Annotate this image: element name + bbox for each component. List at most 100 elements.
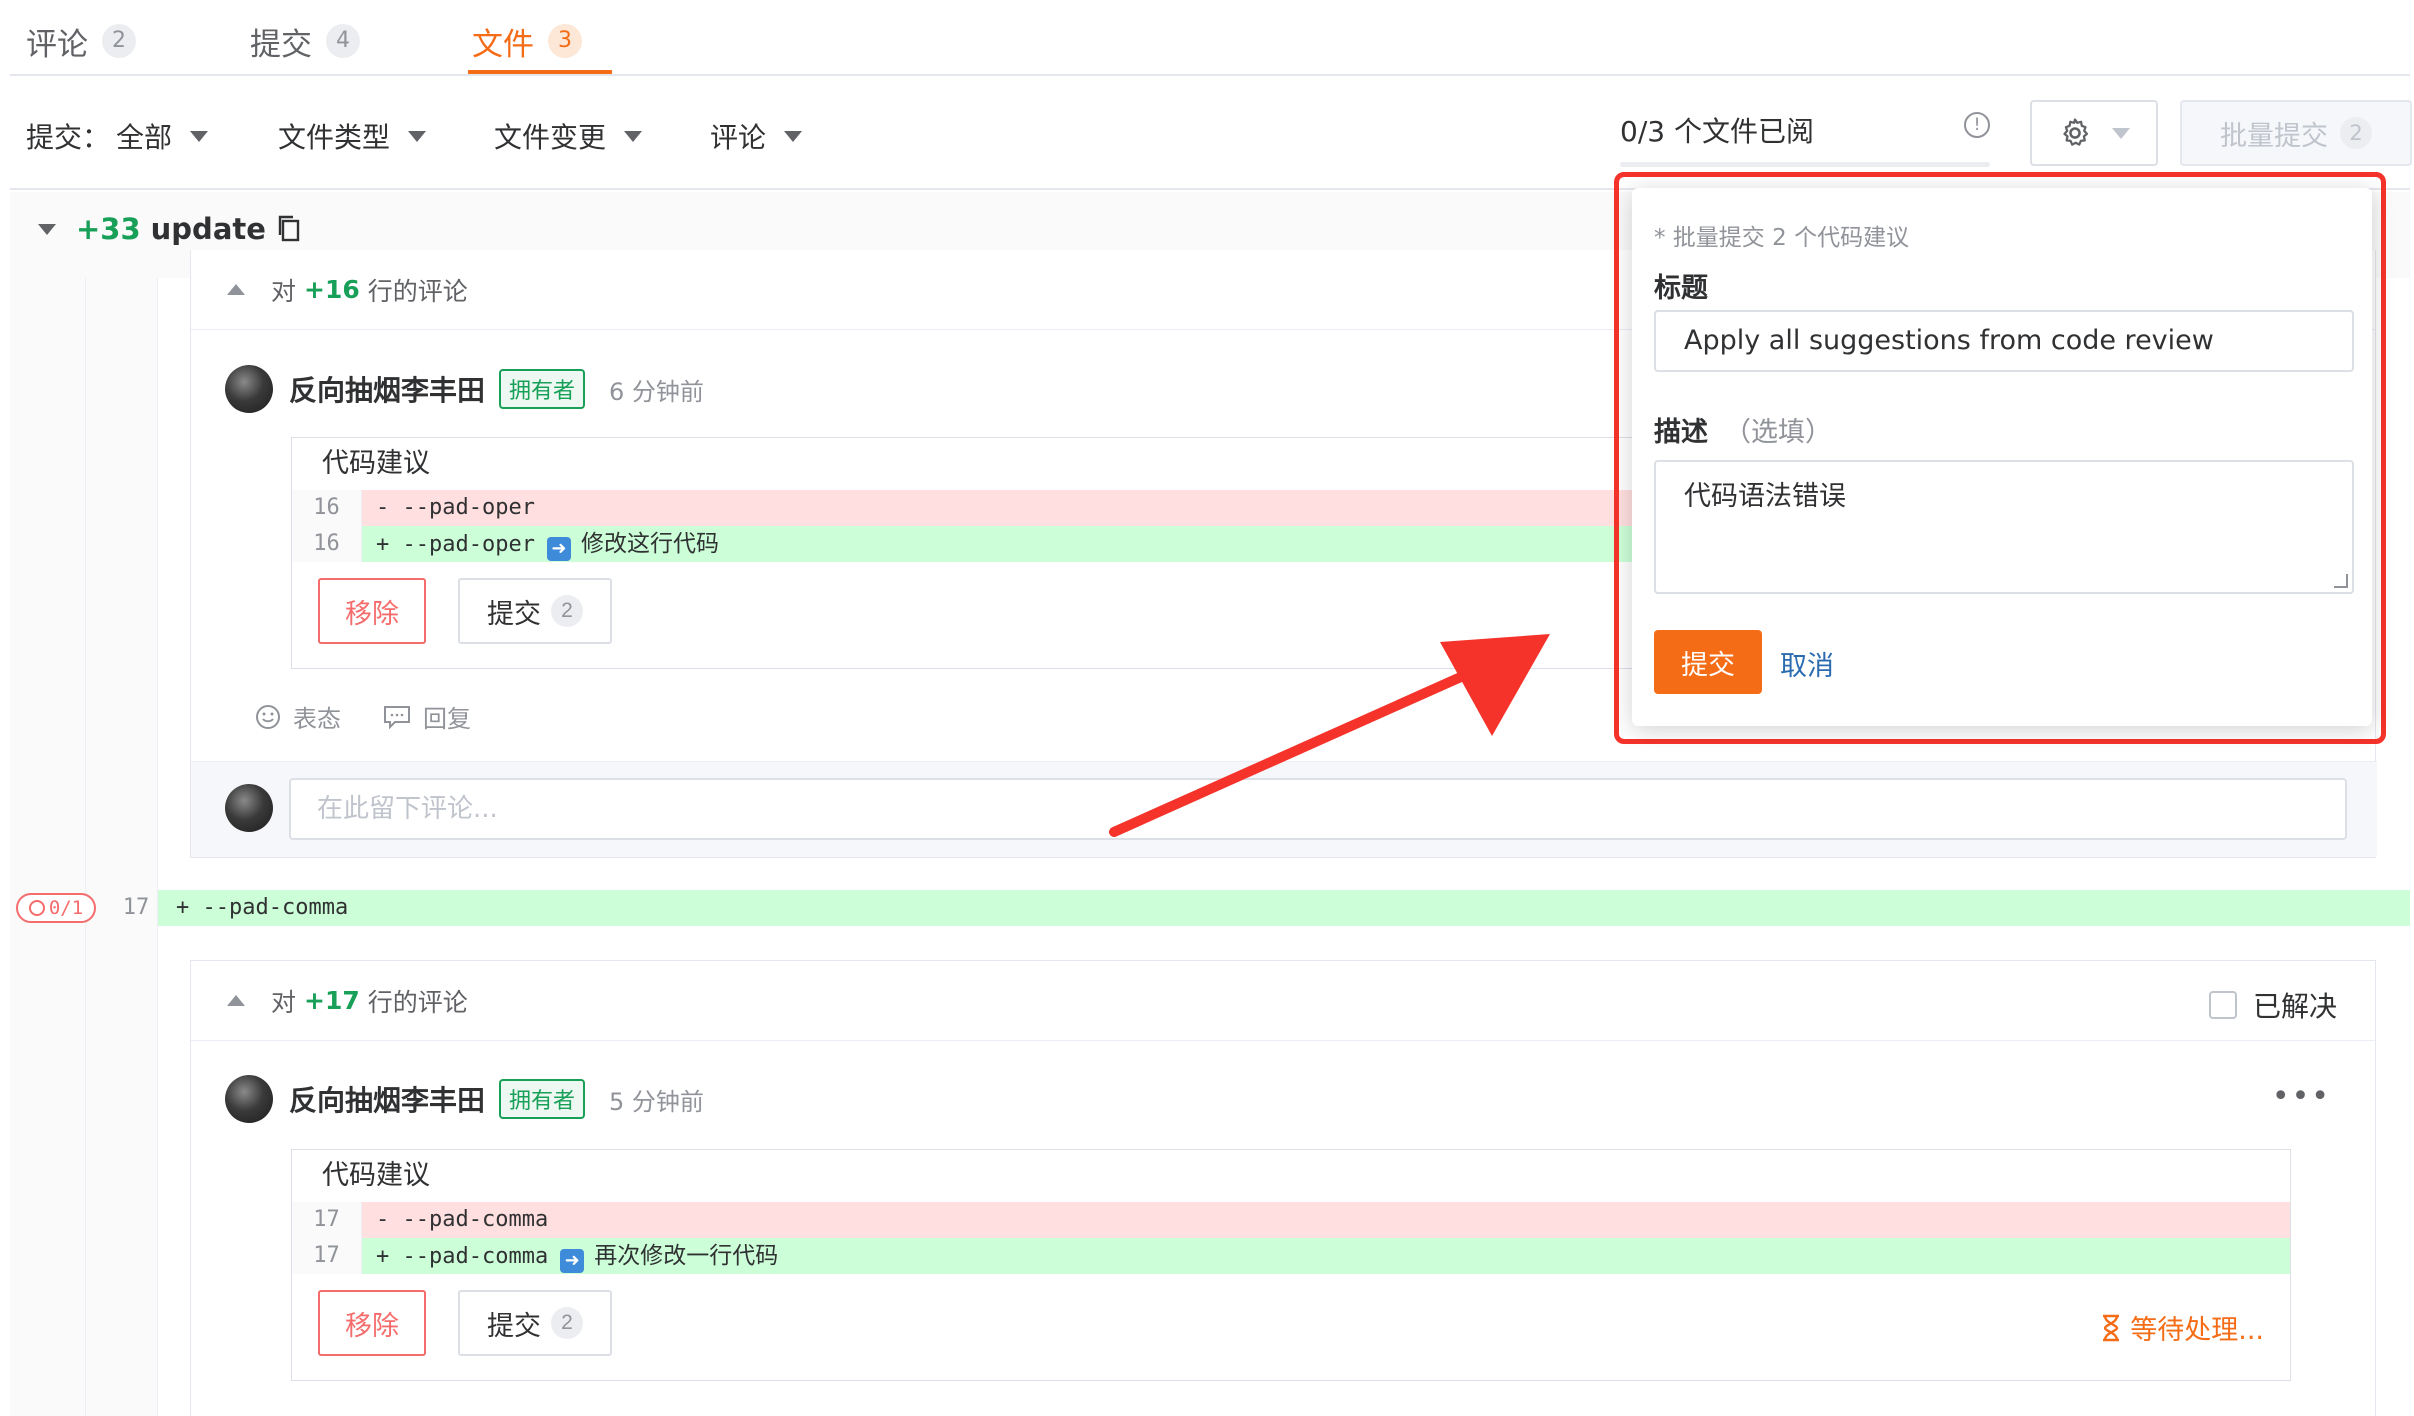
- author-name[interactable]: 反向抽烟李丰田: [289, 369, 485, 409]
- file-type-filter-label: 文件类型: [278, 121, 391, 154]
- copy-icon[interactable]: [276, 214, 302, 244]
- file-name: update: [150, 212, 266, 246]
- chevron-down-icon: [2112, 127, 2130, 139]
- file-title[interactable]: +33 update: [38, 212, 302, 246]
- reply-icon[interactable]: [383, 705, 411, 729]
- tab-count: 2: [102, 24, 136, 58]
- added-code: + --pad-comma: [376, 1244, 549, 1269]
- suggestion-actions: 移除 提交 2 等待处理...: [292, 1274, 2290, 1378]
- apply-suggestion-button[interactable]: 提交 2: [458, 578, 612, 644]
- arrow-right-icon: ➜: [546, 537, 571, 561]
- viewed-progress-text: 0/3 个文件已阅: [1620, 115, 1814, 148]
- file-add-count: +33: [76, 212, 141, 246]
- code-suggestion: 代码建议 17 - --pad-comma 17 + --pad-comma ➜ 再…: [291, 1149, 2291, 1381]
- more-options-icon[interactable]: •••: [2272, 1079, 2331, 1114]
- resize-handle[interactable]: [2334, 574, 2348, 588]
- comment-author-row: 反向抽烟李丰田 拥有者 5 分钟前: [225, 1075, 704, 1123]
- avatar[interactable]: [225, 1075, 273, 1123]
- submit-button[interactable]: 提交: [1654, 630, 1762, 694]
- tab-bar: 评论 2 提交 4 文件 3: [10, 0, 2410, 76]
- batch-submit-button[interactable]: 批量提交 2: [2180, 100, 2412, 166]
- resolved-label: 已解决: [2252, 990, 2337, 1023]
- batch-submit-popover: * 批量提交 2 个代码建议 标题 Apply all suggestions …: [1632, 188, 2372, 726]
- suggestion-added-line: 17 + --pad-comma ➜ 再次修改一行代码: [292, 1238, 2290, 1274]
- settings-dropdown-button[interactable]: [2030, 100, 2158, 166]
- description-label-text: 描述: [1654, 417, 1708, 448]
- apply-suggestion-button[interactable]: 提交 2: [458, 1290, 612, 1356]
- file-type-filter-dropdown[interactable]: 文件类型: [278, 116, 427, 156]
- chevron-down-icon: [408, 130, 427, 142]
- title-label: 标题: [1654, 273, 1708, 304]
- file-change-filter-dropdown[interactable]: 文件变更: [494, 116, 643, 156]
- file-change-filter-label: 文件变更: [494, 121, 607, 154]
- annotation-arrow: [1109, 634, 1550, 837]
- added-code-cell: + --pad-comma ➜ 再次修改一行代码: [362, 1238, 2290, 1274]
- added-note: 修改这行代码: [580, 531, 719, 557]
- description-optional: （选填）: [1724, 417, 1832, 448]
- line-number: 17: [122, 895, 150, 920]
- tab-count: 4: [326, 24, 360, 58]
- thread-header[interactable]: 对 +17 行的评论 已解决: [191, 961, 2375, 1041]
- thread-line-ref: +16: [304, 275, 360, 304]
- description-textarea[interactable]: 代码语法错误: [1654, 460, 2354, 594]
- line-number: 17: [292, 1202, 362, 1238]
- batch-submit-label: 批量提交: [2220, 120, 2328, 152]
- commit-filter-dropdown[interactable]: 提交： 全部: [26, 116, 209, 156]
- author-name[interactable]: 反向抽烟李丰田: [289, 1079, 485, 1119]
- gear-icon: [2063, 118, 2089, 146]
- description-value: 代码语法错误: [1684, 481, 1846, 512]
- line-number: 16: [292, 490, 362, 526]
- resolved-toggle[interactable]: 已解决: [2208, 985, 2337, 1025]
- suggestion-deleted-line: 17 - --pad-comma: [292, 1202, 2290, 1238]
- commit-filter-label: 提交：: [26, 121, 111, 154]
- collapse-icon[interactable]: [227, 995, 245, 1006]
- chevron-down-icon: [784, 130, 803, 142]
- thread-header-suffix: 行的评论: [367, 276, 468, 306]
- tab-commits[interactable]: 提交 4: [250, 8, 360, 74]
- avatar[interactable]: [225, 365, 273, 413]
- pending-status: 等待处理...: [2100, 1308, 2264, 1347]
- apply-label: 提交: [487, 1310, 541, 1341]
- title-input[interactable]: Apply all suggestions from code review: [1654, 310, 2354, 372]
- popover-hint: * 批量提交 2 个代码建议: [1654, 225, 1910, 251]
- description-label: 描述 （选填）: [1654, 410, 1832, 449]
- hourglass-icon: [2103, 1314, 2120, 1341]
- batch-submit-count: 2: [2340, 117, 2372, 149]
- line-number: 16: [292, 526, 362, 562]
- target-icon: [28, 900, 45, 916]
- commit-filter-value: 全部: [116, 121, 173, 154]
- comment-author-row: 反向抽烟李丰田 拥有者 6 分钟前: [225, 365, 704, 413]
- apply-label: 提交: [487, 598, 541, 629]
- arrow-right-icon: ➜: [560, 1249, 585, 1273]
- reply-button[interactable]: 回复: [423, 699, 471, 734]
- owner-badge: 拥有者: [499, 369, 586, 409]
- added-code: + --pad-oper: [376, 532, 535, 557]
- smile-icon[interactable]: [255, 704, 281, 730]
- tab-label: 文件: [472, 26, 534, 63]
- thread-header-suffix: 行的评论: [367, 987, 468, 1017]
- comment-count-badge[interactable]: 0/1: [16, 893, 96, 923]
- thread-header-prefix: 对: [271, 987, 297, 1017]
- chevron-down-icon: [624, 130, 643, 142]
- collapse-icon[interactable]: [38, 223, 56, 235]
- info-icon[interactable]: !: [1964, 112, 1990, 138]
- added-code: + --pad-comma: [158, 890, 2410, 926]
- apply-count: 2: [551, 595, 583, 627]
- chevron-down-icon: [190, 130, 209, 142]
- tab-count: 3: [548, 24, 582, 58]
- react-button[interactable]: 表态: [293, 699, 341, 734]
- tab-files[interactable]: 文件 3: [472, 8, 582, 74]
- comment-time: 6 分钟前: [609, 377, 704, 406]
- remove-suggestion-button[interactable]: 移除: [318, 1290, 426, 1356]
- resolved-checkbox[interactable]: [2208, 991, 2237, 1019]
- diff-line: 0/1 17 + --pad-comma: [10, 890, 2410, 926]
- comment-time: 5 分钟前: [609, 1087, 704, 1116]
- tab-comments[interactable]: 评论 2: [26, 8, 136, 74]
- collapse-icon[interactable]: [227, 284, 245, 295]
- pending-label: 等待处理...: [2130, 1315, 2264, 1346]
- cancel-button[interactable]: 取消: [1780, 644, 1834, 683]
- added-note: 再次修改一行代码: [594, 1243, 779, 1269]
- comment-filter-dropdown[interactable]: 评论: [710, 116, 803, 156]
- badge-text: 0/1: [48, 897, 84, 919]
- remove-suggestion-button[interactable]: 移除: [318, 578, 426, 644]
